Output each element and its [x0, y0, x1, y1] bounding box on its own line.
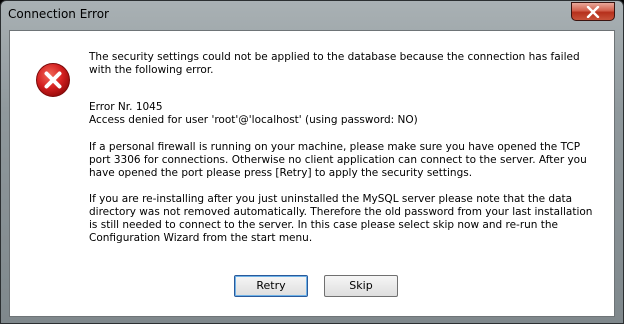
- message-firewall: If a personal firewall is running on you…: [89, 141, 609, 180]
- skip-button[interactable]: Skip: [324, 275, 398, 297]
- message-intro: The security settings could not be appli…: [89, 51, 609, 77]
- message-line: port 3306 for connections. Otherwise no …: [89, 154, 587, 166]
- error-number: Error Nr. 1045: [89, 101, 163, 113]
- title-bar[interactable]: Connection Error: [1, 1, 623, 29]
- message-line: is still needed to connect to the server…: [89, 219, 559, 231]
- message-line: The security settings could not be appli…: [89, 51, 580, 63]
- message-line: If you are re-installing after you just …: [89, 193, 573, 205]
- error-dialog-window: Connection Error The security settings c…: [0, 0, 624, 324]
- window-title: Connection Error: [8, 7, 109, 21]
- message-line: directory was not removed automatically.…: [89, 206, 593, 218]
- error-x-icon: [36, 63, 70, 97]
- dialog-content: The security settings could not be appli…: [9, 30, 615, 317]
- close-button[interactable]: [571, 2, 615, 21]
- message-line: Configuration Wizard from the start menu…: [89, 232, 313, 244]
- retry-button[interactable]: Retry: [234, 275, 308, 297]
- message-line: with the following error.: [89, 64, 214, 76]
- message-error: Error Nr. 1045 Access denied for user 'r…: [89, 101, 609, 127]
- message-line: have opened the port please press [Retry…: [89, 167, 473, 179]
- error-description: Access denied for user 'root'@'localhost…: [89, 114, 418, 126]
- close-icon: [586, 6, 600, 18]
- message-reinstall: If you are re-installing after you just …: [89, 193, 609, 245]
- message-line: If a personal firewall is running on you…: [89, 141, 581, 153]
